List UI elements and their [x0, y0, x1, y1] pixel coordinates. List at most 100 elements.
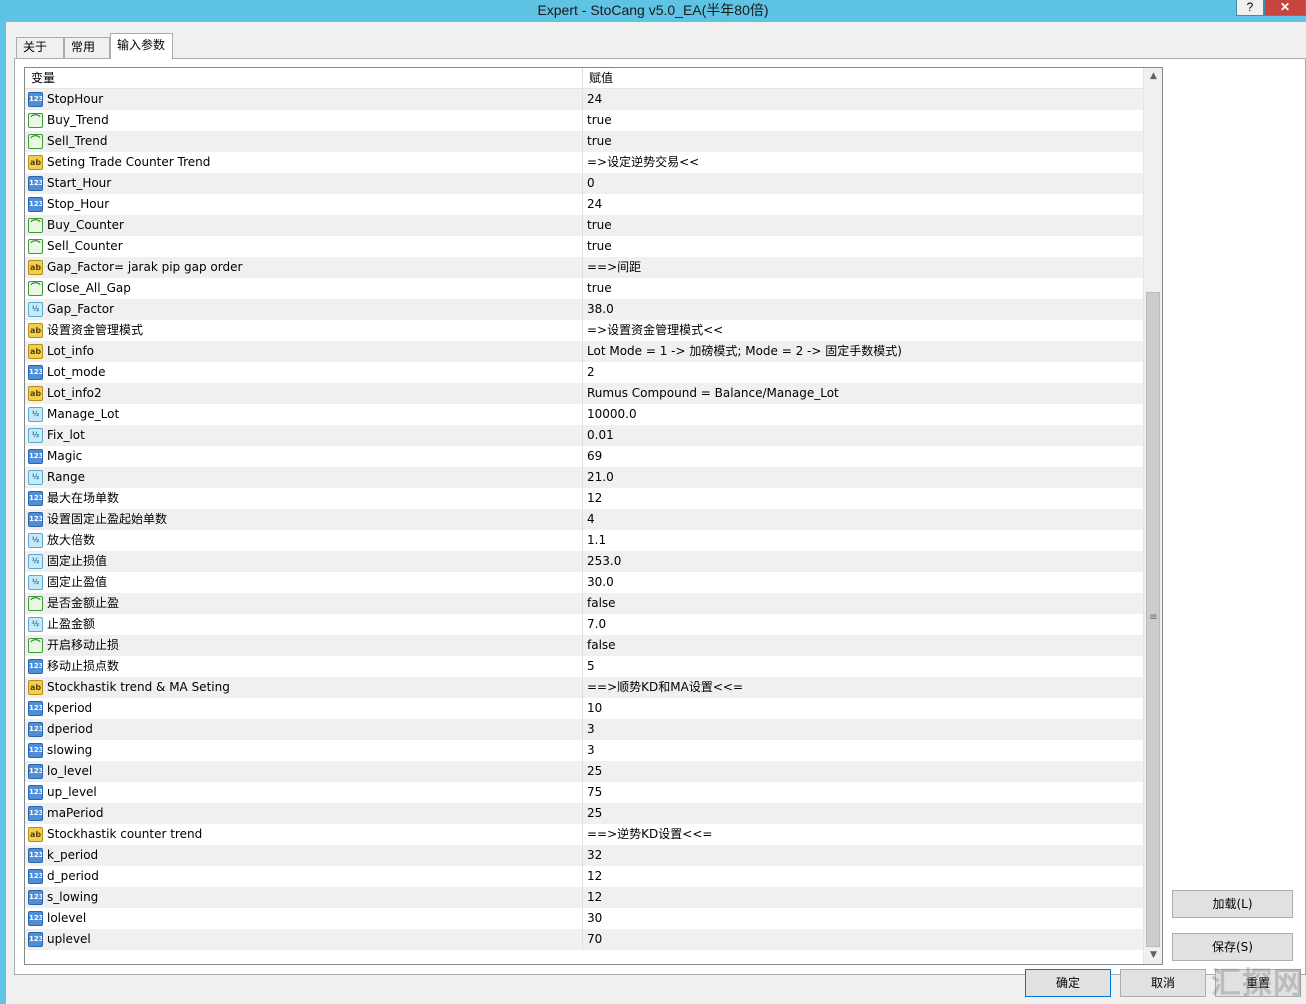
table-row[interactable]: ½ 止盈金额 7.0: [25, 614, 1143, 635]
table-row[interactable]: 123 maPeriod 25: [25, 803, 1143, 824]
table-row[interactable]: 123 最大在场单数 12: [25, 488, 1143, 509]
tab-common[interactable]: 常用: [64, 37, 110, 58]
value-cell[interactable]: 3: [583, 740, 1143, 761]
value-cell[interactable]: true: [583, 215, 1143, 236]
table-row[interactable]: 123 slowing 3: [25, 740, 1143, 761]
value-cell[interactable]: 75: [583, 782, 1143, 803]
value-cell[interactable]: ==>逆势KD设置<<=: [583, 824, 1143, 845]
variable-cell: 123 设置固定止盈起始单数: [25, 509, 583, 530]
table-row[interactable]: ⌒ Sell_Trend true: [25, 131, 1143, 152]
table-row[interactable]: ab Lot_info Lot Mode = 1 -> 加磅模式; Mode = 2…: [25, 341, 1143, 362]
value-cell[interactable]: =>设定逆势交易<<: [583, 152, 1143, 173]
table-row[interactable]: 123 lolevel 30: [25, 908, 1143, 929]
tab-about[interactable]: 关于: [16, 37, 64, 58]
value-cell[interactable]: 12: [583, 488, 1143, 509]
value-cell[interactable]: 4: [583, 509, 1143, 530]
value-cell[interactable]: =>设置资金管理模式<<: [583, 320, 1143, 341]
save-button[interactable]: 保存(S): [1172, 933, 1293, 961]
value-cell[interactable]: ==>顺势KD和MA设置<<=: [583, 677, 1143, 698]
table-row[interactable]: ab Gap_Factor= jarak pip gap order ==>间距: [25, 257, 1143, 278]
value-cell[interactable]: 38.0: [583, 299, 1143, 320]
table-row[interactable]: 123 k_period 32: [25, 845, 1143, 866]
value-cell[interactable]: 12: [583, 866, 1143, 887]
close-button[interactable]: ✕: [1264, 0, 1306, 16]
value-cell[interactable]: 30: [583, 908, 1143, 929]
table-row[interactable]: ab Stockhastik trend & MA Seting ==>顺势KD和M…: [25, 677, 1143, 698]
value-cell[interactable]: 32: [583, 845, 1143, 866]
value-cell[interactable]: 2: [583, 362, 1143, 383]
table-row[interactable]: 123 d_period 12: [25, 866, 1143, 887]
table-row[interactable]: 123 设置固定止盈起始单数 4: [25, 509, 1143, 530]
value-cell[interactable]: 3: [583, 719, 1143, 740]
value-cell[interactable]: true: [583, 131, 1143, 152]
table-row[interactable]: ⌒ Sell_Counter true: [25, 236, 1143, 257]
table-row[interactable]: 123 up_level 75: [25, 782, 1143, 803]
column-header-value[interactable]: 赋值: [583, 68, 1143, 89]
value-cell[interactable]: true: [583, 236, 1143, 257]
value-cell[interactable]: 1.1: [583, 530, 1143, 551]
table-row[interactable]: 123 kperiod 10: [25, 698, 1143, 719]
table-row[interactable]: ab Stockhastik counter trend ==>逆势KD设置<<=: [25, 824, 1143, 845]
value-cell[interactable]: 25: [583, 761, 1143, 782]
table-row[interactable]: ⌒ Buy_Trend true: [25, 110, 1143, 131]
value-cell[interactable]: 25: [583, 803, 1143, 824]
boolean-type-icon: ⌒: [28, 596, 43, 611]
table-row[interactable]: ½ Manage_Lot 10000.0: [25, 404, 1143, 425]
table-row[interactable]: ab Lot_info2 Rumus Compound = Balance/Mana…: [25, 383, 1143, 404]
table-row[interactable]: 123 s_lowing 12: [25, 887, 1143, 908]
scroll-up-icon[interactable]: ▲: [1144, 68, 1162, 85]
table-row[interactable]: ½ Fix_lot 0.01: [25, 425, 1143, 446]
value-cell[interactable]: 10: [583, 698, 1143, 719]
cancel-button[interactable]: 取消: [1120, 969, 1206, 997]
table-row[interactable]: 123 dperiod 3: [25, 719, 1143, 740]
value-cell[interactable]: 0: [583, 173, 1143, 194]
value-cell[interactable]: 24: [583, 89, 1143, 110]
table-row[interactable]: ⌒ 是否金额止盈 false: [25, 593, 1143, 614]
table-row[interactable]: 123 StopHour 24: [25, 89, 1143, 110]
table-row[interactable]: 123 移动止损点数 5: [25, 656, 1143, 677]
table-row[interactable]: ⌒ Close_All_Gap true: [25, 278, 1143, 299]
help-button[interactable]: ?: [1236, 0, 1264, 16]
value-cell[interactable]: ==>间距: [583, 257, 1143, 278]
table-row[interactable]: ab 设置资金管理模式 =>设置资金管理模式<<: [25, 320, 1143, 341]
table-row[interactable]: 123 Stop_Hour 24: [25, 194, 1143, 215]
tab-inputs[interactable]: 输入参数: [110, 33, 173, 59]
table-row[interactable]: ½ 放大倍数 1.1: [25, 530, 1143, 551]
table-row[interactable]: ½ 固定止盈值 30.0: [25, 572, 1143, 593]
vertical-scrollbar[interactable]: ▲ ≡ ▼: [1143, 68, 1162, 964]
value-cell[interactable]: 10000.0: [583, 404, 1143, 425]
table-row[interactable]: 123 Lot_mode 2: [25, 362, 1143, 383]
value-cell[interactable]: 7.0: [583, 614, 1143, 635]
table-row[interactable]: ⌒ Buy_Counter true: [25, 215, 1143, 236]
table-row[interactable]: 123 lo_level 25: [25, 761, 1143, 782]
table-row[interactable]: 123 Start_Hour 0: [25, 173, 1143, 194]
value-cell[interactable]: Rumus Compound = Balance/Manage_Lot: [583, 383, 1143, 404]
value-cell[interactable]: 70: [583, 929, 1143, 950]
table-row[interactable]: ⌒ 开启移动止损 false: [25, 635, 1143, 656]
value-cell[interactable]: Lot Mode = 1 -> 加磅模式; Mode = 2 -> 固定手数模式…: [583, 341, 1143, 362]
boolean-type-icon: ⌒: [28, 239, 43, 254]
value-cell[interactable]: 5: [583, 656, 1143, 677]
scroll-down-icon[interactable]: ▼: [1144, 947, 1162, 964]
ok-button[interactable]: 确定: [1025, 969, 1111, 997]
value-cell[interactable]: true: [583, 110, 1143, 131]
column-header-variable[interactable]: 变量: [25, 68, 583, 89]
table-row[interactable]: ½ 固定止损值 253.0: [25, 551, 1143, 572]
load-button[interactable]: 加载(L): [1172, 890, 1293, 918]
value-cell[interactable]: 21.0: [583, 467, 1143, 488]
value-cell[interactable]: 12: [583, 887, 1143, 908]
table-row[interactable]: ½ Gap_Factor 38.0: [25, 299, 1143, 320]
scroll-thumb[interactable]: ≡: [1146, 292, 1160, 947]
value-cell[interactable]: true: [583, 278, 1143, 299]
value-cell[interactable]: 0.01: [583, 425, 1143, 446]
value-cell[interactable]: 30.0: [583, 572, 1143, 593]
value-cell[interactable]: false: [583, 593, 1143, 614]
table-row[interactable]: ab Seting Trade Counter Trend =>设定逆势交易<<: [25, 152, 1143, 173]
value-cell[interactable]: 253.0: [583, 551, 1143, 572]
table-row[interactable]: ½ Range 21.0: [25, 467, 1143, 488]
value-cell[interactable]: false: [583, 635, 1143, 656]
table-row[interactable]: 123 Magic 69: [25, 446, 1143, 467]
value-cell[interactable]: 24: [583, 194, 1143, 215]
value-cell[interactable]: 69: [583, 446, 1143, 467]
table-row[interactable]: 123 uplevel 70: [25, 929, 1143, 950]
